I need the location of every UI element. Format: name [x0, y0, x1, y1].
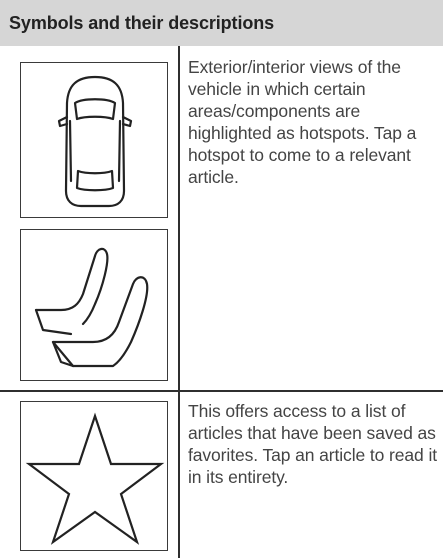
column-divider [178, 46, 180, 558]
car-top-view-icon [20, 62, 168, 218]
table-header: Symbols and their descriptions [0, 0, 443, 46]
symbols-table: Symbols and their descriptions Exterior/… [0, 0, 443, 558]
row-description: Exterior/interior views of the vehicle i… [188, 57, 417, 187]
table-title: Symbols and their descriptions [9, 13, 275, 33]
star-favorites-icon [20, 401, 168, 551]
car-seats-icon [20, 229, 168, 381]
row-divider [0, 390, 443, 392]
row-description: This offers access to a list of articles… [188, 401, 437, 487]
